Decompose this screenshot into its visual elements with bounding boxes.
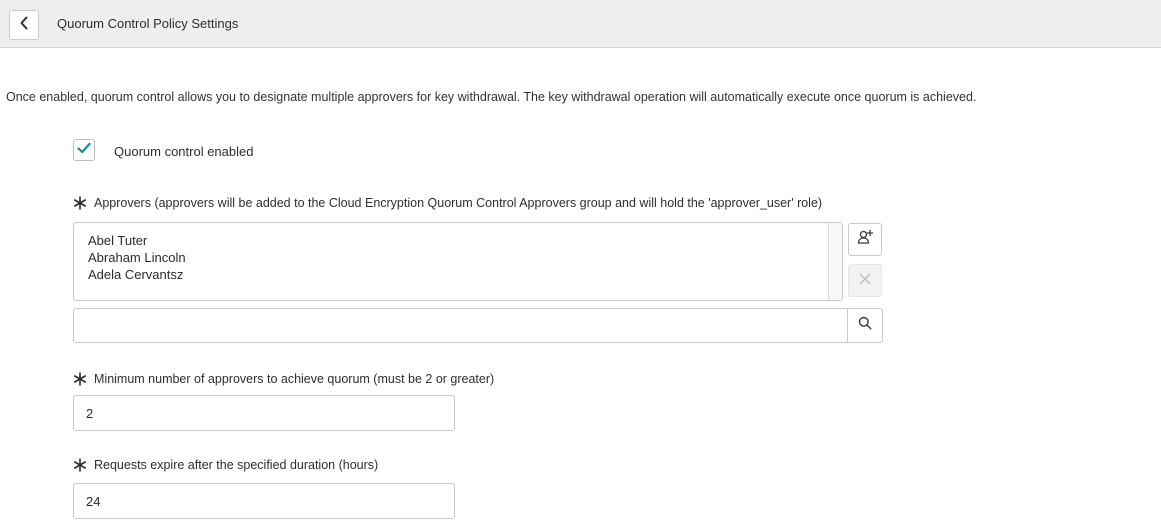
- approver-search-button[interactable]: [847, 308, 883, 343]
- approvers-list[interactable]: Abel Tuter Abraham Lincoln Adela Cervant…: [73, 222, 843, 301]
- required-icon: [73, 196, 87, 210]
- page-header: Quorum Control Policy Settings: [0, 0, 1161, 48]
- list-item[interactable]: Adela Cervantsz: [88, 266, 842, 283]
- quorum-enabled-checkbox[interactable]: [73, 139, 95, 161]
- remove-approver-button[interactable]: [848, 264, 882, 297]
- checkmark-icon: [77, 141, 91, 159]
- search-icon: [858, 316, 872, 335]
- min-approvers-label: Minimum number of approvers to achieve q…: [73, 372, 494, 386]
- min-approvers-input[interactable]: 2: [73, 395, 455, 431]
- add-user-icon: [857, 229, 874, 250]
- page-title: Quorum Control Policy Settings: [57, 16, 239, 31]
- list-item[interactable]: Abraham Lincoln: [88, 249, 842, 266]
- required-icon: [73, 458, 87, 472]
- list-scrollbar[interactable]: [828, 223, 842, 300]
- min-approvers-label-text: Minimum number of approvers to achieve q…: [94, 372, 495, 386]
- approver-search-input[interactable]: [73, 308, 848, 343]
- chevron-left-icon: [19, 16, 29, 35]
- expiry-hours-input[interactable]: 24: [73, 483, 455, 519]
- add-approver-button[interactable]: [848, 223, 882, 256]
- list-item[interactable]: Abel Tuter: [88, 232, 842, 249]
- expiry-label: Requests expire after the specified dura…: [73, 458, 378, 472]
- close-icon: [859, 272, 871, 290]
- expiry-label-text: Requests expire after the specified dura…: [94, 458, 379, 472]
- approvers-label: Approvers (approvers will be added to th…: [73, 196, 822, 210]
- quorum-enabled-label: Quorum control enabled: [114, 144, 254, 159]
- approvers-label-text: Approvers (approvers will be added to th…: [94, 196, 823, 210]
- back-button[interactable]: [9, 10, 39, 40]
- policy-description: Once enabled, quorum control allows you …: [6, 90, 977, 104]
- required-icon: [73, 372, 87, 386]
